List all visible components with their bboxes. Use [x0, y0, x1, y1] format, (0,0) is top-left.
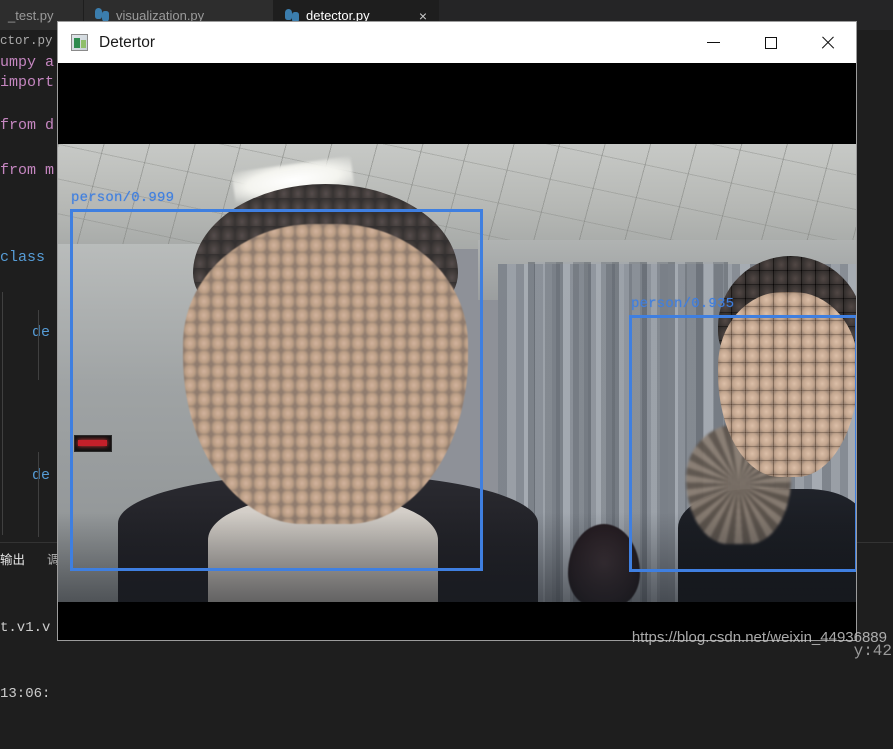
indent-guide — [38, 452, 39, 537]
code-line: from d — [0, 117, 55, 134]
code-line: umpy a — [0, 54, 55, 71]
ceiling-grid — [58, 144, 856, 249]
window-title: Detertor — [99, 33, 155, 51]
person-2-face-pixelated — [718, 292, 856, 477]
code-line: from m — [0, 162, 55, 179]
code-line: de — [32, 467, 51, 484]
code-line: import — [0, 74, 55, 91]
exit-sign — [74, 435, 112, 452]
app-image-icon — [71, 34, 88, 51]
person-1-face-pixelated — [183, 224, 468, 524]
code-line: class — [0, 249, 46, 266]
watermark-overlay-text: y:42 — [853, 642, 892, 660]
detector-window[interactable]: Detertor person/0.999 person/0.935 — [57, 21, 857, 641]
panel-tab-output[interactable]: 输出 — [0, 549, 25, 568]
panel-tab-bar: 输出 调 — [0, 547, 60, 569]
editor-tab-label: _test.py — [8, 7, 54, 23]
close-icon — [820, 35, 835, 50]
room-scene — [58, 144, 856, 602]
code-line: de — [32, 324, 51, 341]
video-frame: person/0.999 person/0.935 — [58, 144, 856, 602]
window-title-bar[interactable]: Detertor — [58, 22, 856, 63]
window-title-group: Detertor — [58, 34, 155, 52]
minimize-button[interactable] — [685, 22, 742, 63]
indent-guide — [38, 310, 39, 380]
python-icon — [95, 8, 109, 22]
maximize-button[interactable] — [742, 22, 799, 63]
minimize-icon — [707, 42, 720, 43]
maximize-icon — [764, 36, 777, 49]
close-button[interactable] — [799, 22, 856, 63]
panel-output-line: 13:06: — [0, 686, 51, 702]
window-controls — [685, 22, 856, 63]
breadcrumb-file[interactable]: ctor.py — [0, 34, 53, 48]
scene-shadow — [58, 512, 856, 602]
indent-guide — [2, 450, 3, 535]
watermark-url: https://blog.csdn.net/weixin_44936889 — [631, 629, 887, 646]
video-canvas[interactable]: person/0.999 person/0.935 — [58, 63, 856, 640]
